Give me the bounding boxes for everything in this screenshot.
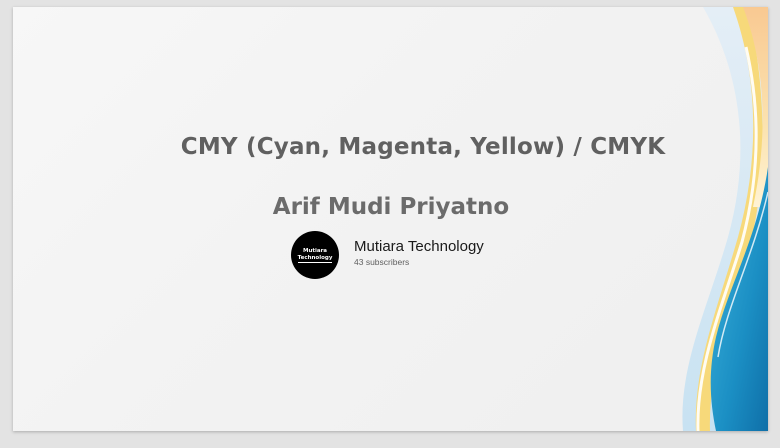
channel-name[interactable]: Mutiara Technology (354, 238, 484, 256)
avatar-text-line1: Mutiara (302, 247, 328, 254)
channel-card[interactable]: Mutiara Technology Mutiara Technology 43… (291, 231, 484, 279)
avatar-text-line2: Technology (297, 254, 333, 263)
slide-author: Arif Mudi Priyatno (272, 194, 510, 220)
presentation-slide: CMY (Cyan, Magenta, Yellow) / CMYK Arif … (13, 7, 768, 431)
channel-avatar[interactable]: Mutiara Technology (291, 231, 339, 279)
slide-title: CMY (Cyan, Magenta, Yellow) / CMYK (180, 134, 666, 160)
subscriber-count: 43 subscribers (354, 257, 410, 267)
video-frame: CMY (Cyan, Magenta, Yellow) / CMYK Arif … (0, 0, 780, 448)
channel-info: Mutiara Technology 43 subscribers (354, 238, 484, 268)
